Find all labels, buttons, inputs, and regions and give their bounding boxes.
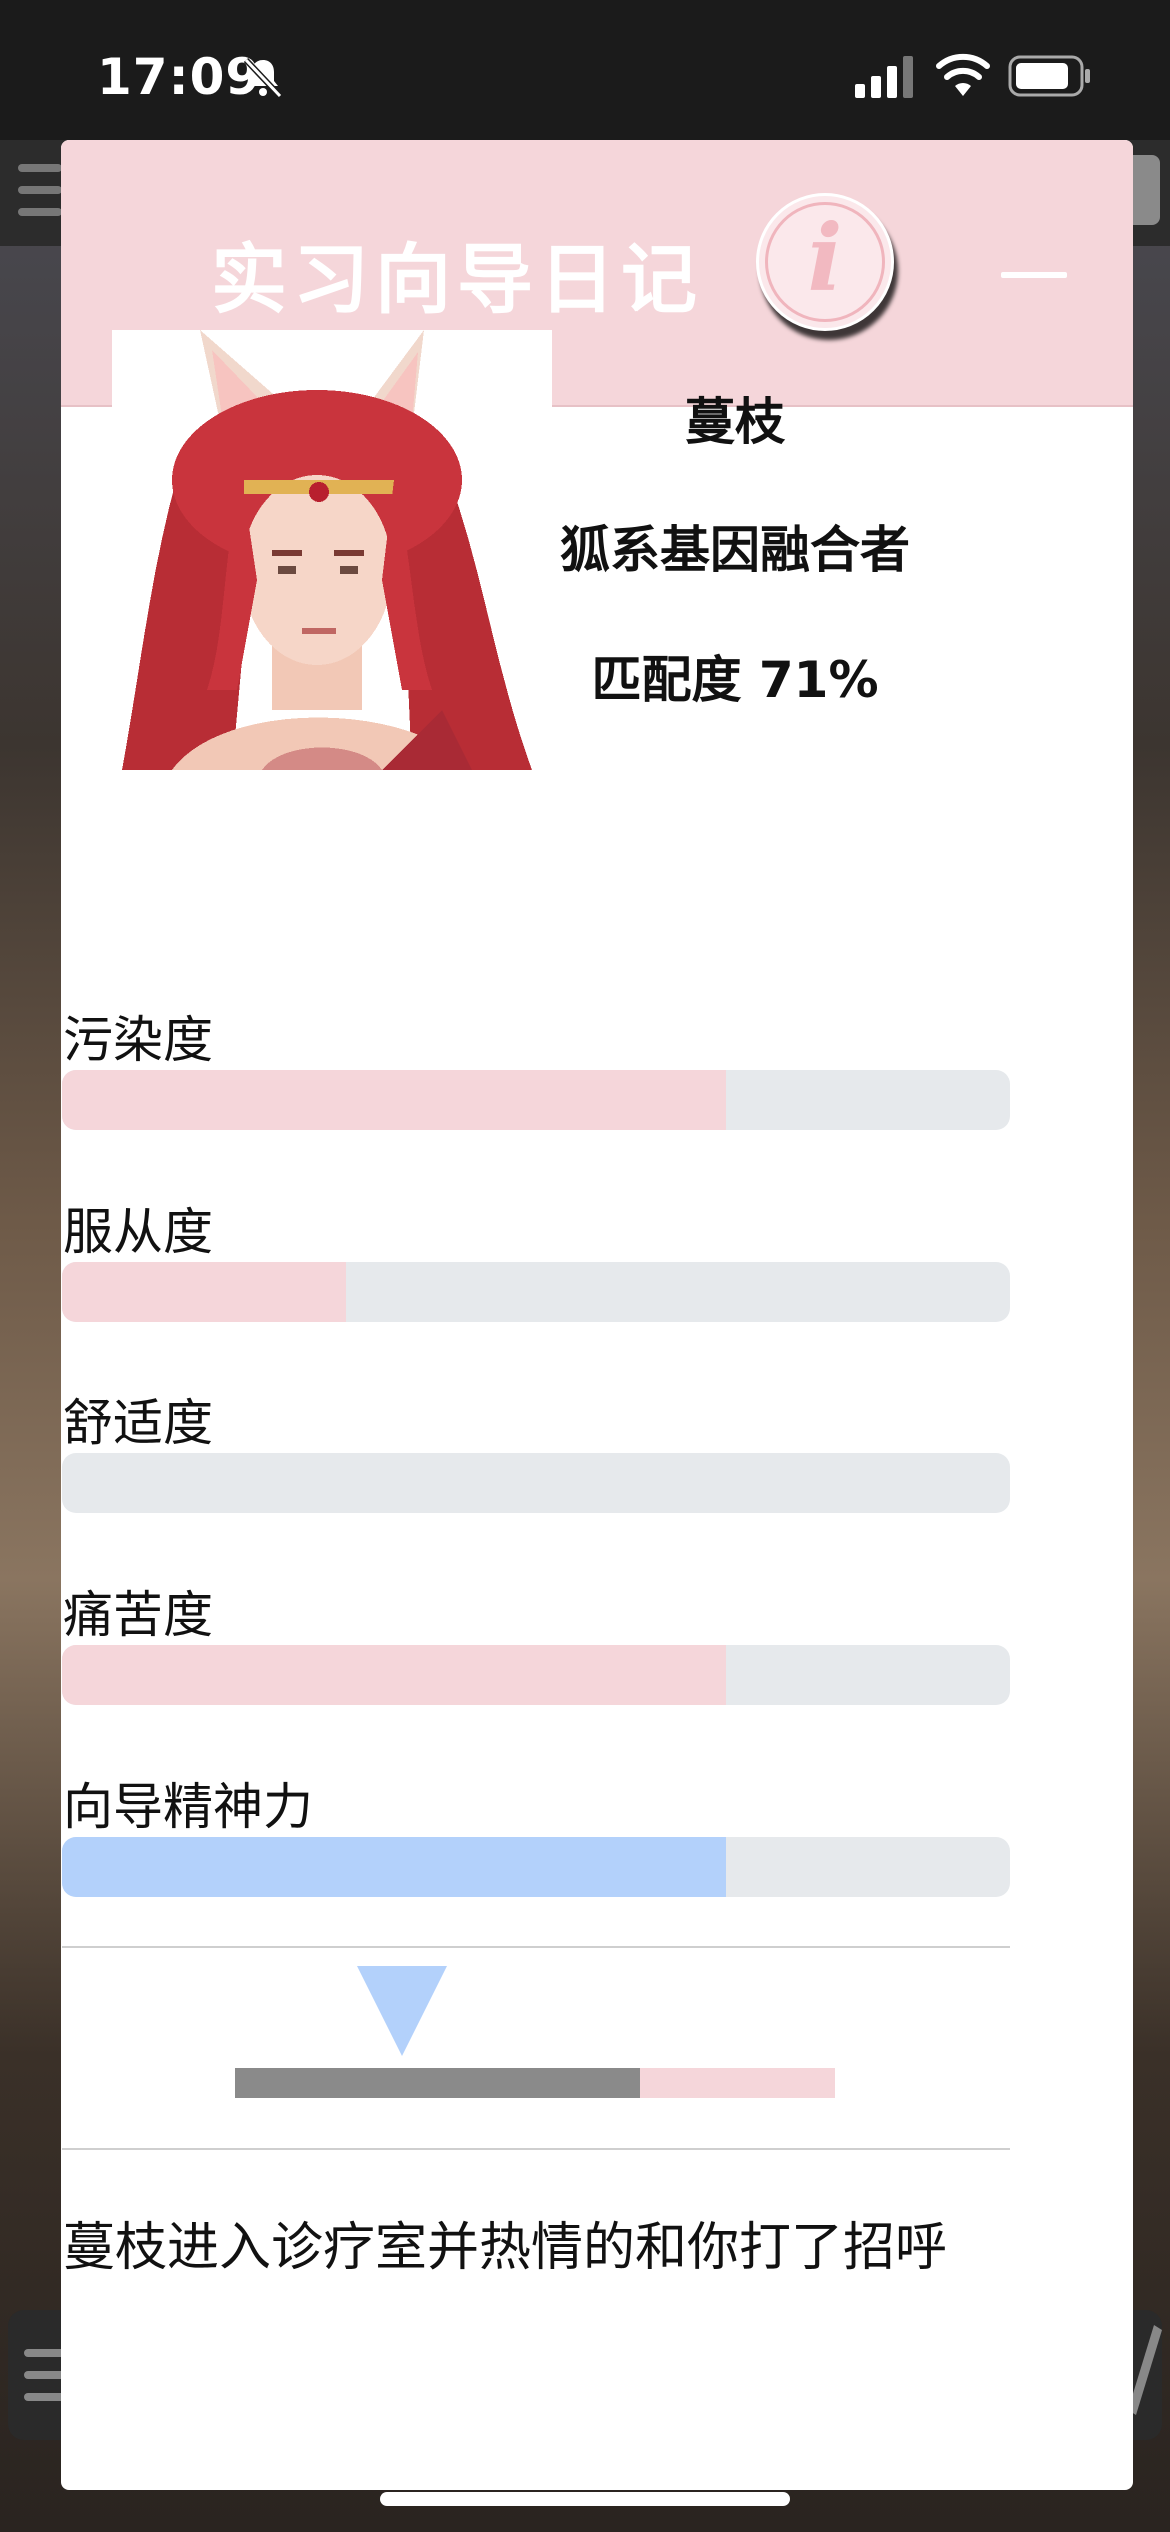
stat-bar-fill	[62, 1262, 347, 1322]
stat-bar-fill	[62, 1645, 726, 1705]
minimize-button[interactable]	[1001, 272, 1067, 278]
stat-bar-guide-mental-power	[62, 1837, 1010, 1897]
character-name: 蔓枝	[685, 393, 785, 451]
home-indicator[interactable]	[380, 2492, 790, 2506]
status-time: 17:09	[97, 48, 262, 106]
divider-bottom	[62, 2148, 1010, 2150]
cellular-signal-icon	[855, 56, 913, 98]
stat-bar-fill	[62, 1070, 726, 1130]
character-portrait	[112, 330, 552, 778]
character-type: 狐系基因融合者	[560, 521, 910, 579]
stat-label-pain: 痛苦度	[63, 1586, 213, 1644]
wifi-icon	[936, 53, 990, 96]
stat-label-obedience: 服从度	[63, 1203, 213, 1261]
character-match-rate: 匹配度 71%	[591, 651, 879, 709]
stat-bar-comfort	[62, 1453, 1010, 1513]
stat-bar-pain	[62, 1645, 1010, 1705]
info-glyph: i	[807, 204, 843, 312]
stat-bar-pollution	[62, 1070, 1010, 1130]
stat-label-pollution: 污染度	[63, 1011, 213, 1069]
stat-bar-obedience	[62, 1262, 1010, 1322]
stat-label-comfort: 舒适度	[63, 1394, 213, 1452]
event-message: 蔓枝进入诊疗室并热情的和你打了招呼	[63, 2218, 948, 2278]
status-bar: 17:09	[0, 0, 1170, 150]
triangle-down-icon	[357, 1966, 447, 2056]
battery-icon	[1008, 55, 1090, 97]
dialog-title: 实习向导日记	[211, 235, 703, 324]
progress-fill	[235, 2068, 640, 2098]
progress-track	[235, 2068, 835, 2098]
settings-sliders-icon	[18, 164, 62, 216]
info-button[interactable]: i	[756, 193, 894, 331]
stat-bar-fill	[62, 1837, 726, 1897]
stat-label-guide-mental-power: 向导精神力	[63, 1778, 313, 1836]
divider-top	[62, 1946, 1010, 1948]
bell-muted-icon	[243, 57, 283, 99]
